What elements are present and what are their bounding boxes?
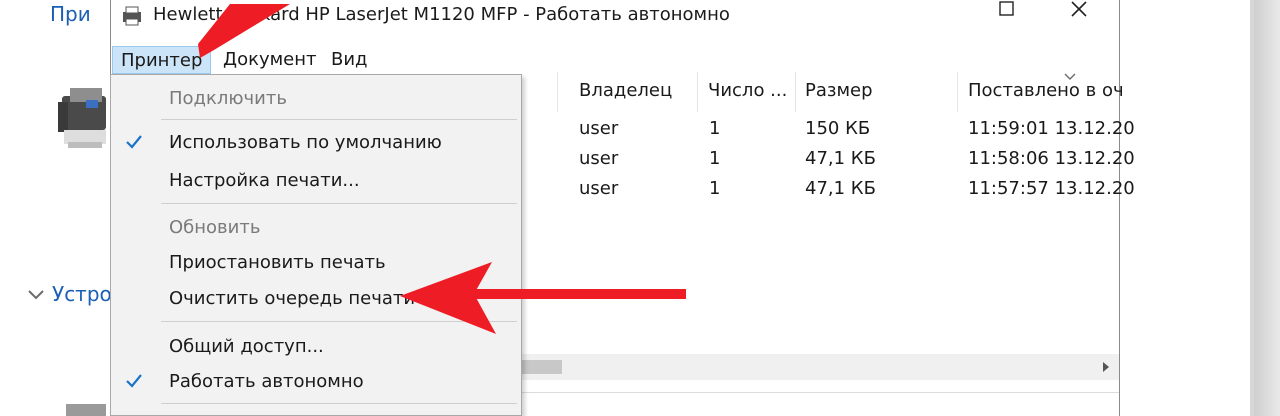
devices-section-label: Устро bbox=[52, 282, 112, 306]
scroll-right-icon[interactable] bbox=[1099, 360, 1113, 374]
menu-item-label: Подключить bbox=[169, 88, 287, 109]
column-submitted[interactable]: Поставлено в оч bbox=[968, 80, 1124, 101]
cell-owner: user bbox=[579, 148, 619, 169]
explorer-background: При Устро bbox=[0, 0, 112, 416]
menu-item-pause[interactable]: Приостановить печать bbox=[111, 247, 521, 279]
column-separator[interactable] bbox=[557, 72, 558, 112]
menu-item-print-settings[interactable]: Настройка печати... bbox=[111, 165, 521, 197]
menu-item-label: Работать автономно bbox=[169, 371, 364, 392]
menu-item-label: Общий доступ... bbox=[169, 336, 324, 357]
screen-edge-inner bbox=[1254, 0, 1280, 416]
menu-item-clear-queue[interactable]: Очистить очередь печати bbox=[111, 283, 521, 315]
printer-icon bbox=[123, 6, 141, 26]
cell-owner: user bbox=[579, 118, 619, 139]
cell-submitted: 11:57:57 13.12.20 bbox=[968, 178, 1135, 199]
column-separator[interactable] bbox=[795, 72, 796, 112]
chevron-down-icon[interactable] bbox=[26, 284, 46, 304]
menu-item-set-default[interactable]: Использовать по умолчанию bbox=[111, 127, 521, 159]
cell-pages: 1 bbox=[709, 148, 721, 169]
column-pages[interactable]: Число ... bbox=[708, 80, 787, 101]
column-separator[interactable] bbox=[957, 72, 958, 112]
title-bar[interactable]: Hewlett-Packard HP LaserJet M1120 MFP - … bbox=[111, 0, 1119, 36]
menu-item-connect[interactable]: Подключить bbox=[111, 83, 521, 115]
maximize-icon[interactable] bbox=[983, 0, 1029, 30]
menu-document[interactable]: Документ bbox=[215, 46, 325, 74]
column-size[interactable]: Размер bbox=[805, 80, 873, 101]
cell-submitted: 11:58:06 13.12.20 bbox=[968, 148, 1135, 169]
column-separator[interactable] bbox=[697, 72, 698, 112]
menu-item-refresh[interactable]: Обновить bbox=[111, 212, 521, 244]
cell-pages: 1 bbox=[709, 118, 721, 139]
menu-item-label: Настройка печати... bbox=[169, 170, 360, 191]
cell-size: 150 КБ bbox=[805, 118, 871, 139]
menu-separator bbox=[161, 203, 517, 204]
menu-printer[interactable]: Принтер bbox=[112, 46, 212, 74]
close-icon[interactable] bbox=[1055, 0, 1101, 30]
check-icon bbox=[126, 374, 142, 388]
cell-size: 47,1 КБ bbox=[805, 178, 876, 199]
menu-view[interactable]: Вид bbox=[323, 46, 376, 74]
menu-item-label: Очистить очередь печати bbox=[169, 288, 416, 309]
column-owner[interactable]: Владелец bbox=[579, 80, 672, 101]
cell-submitted: 11:59:01 13.12.20 bbox=[968, 118, 1135, 139]
menu-separator bbox=[161, 119, 517, 120]
check-icon bbox=[126, 135, 142, 149]
menu-item-label: Использовать по умолчанию bbox=[169, 132, 442, 153]
device-icon bbox=[66, 404, 106, 416]
menu-bar: Принтер Документ Вид bbox=[111, 44, 1119, 74]
explorer-top-link[interactable]: При bbox=[50, 2, 91, 26]
menu-separator bbox=[161, 403, 517, 404]
menu-item-sharing[interactable]: Общий доступ... bbox=[111, 331, 521, 363]
printer-menu-dropdown: Подключить Использовать по умолчанию Нас… bbox=[110, 74, 522, 416]
window-title: Hewlett-Packard HP LaserJet M1120 MFP - … bbox=[153, 4, 730, 25]
menu-item-offline[interactable]: Работать автономно bbox=[111, 366, 521, 398]
printer-icon[interactable] bbox=[52, 82, 110, 154]
menu-item-label: Обновить bbox=[169, 217, 261, 238]
menu-separator bbox=[161, 321, 517, 322]
menu-item-label: Приостановить печать bbox=[169, 252, 386, 273]
cell-owner: user bbox=[579, 178, 619, 199]
cell-size: 47,1 КБ bbox=[805, 148, 876, 169]
cell-pages: 1 bbox=[709, 178, 721, 199]
